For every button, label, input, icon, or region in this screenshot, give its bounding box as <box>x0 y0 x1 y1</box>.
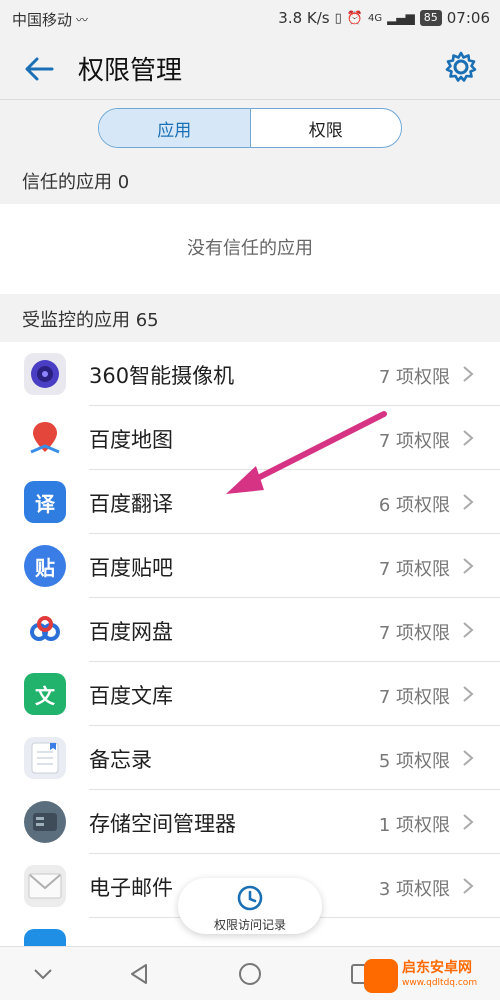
watermark: 启东安卓网 www.qdltdq.com <box>364 956 494 996</box>
hide-navbar-chevron-icon[interactable] <box>30 961 56 987</box>
watermark-logo-icon <box>364 959 398 993</box>
watermark-text: 启东安卓网 www.qdltdq.com <box>402 961 477 991</box>
watermark-name: 启东安卓网 <box>402 960 472 976</box>
annotation-arrow <box>226 411 387 494</box>
permission-access-log-button[interactable]: 权限访问记录 <box>178 878 322 934</box>
back-triangle-icon[interactable] <box>126 961 152 987</box>
history-clock-icon <box>237 885 263 911</box>
fab-label: 权限访问记录 <box>213 918 286 932</box>
watermark-url: www.qdltdq.com <box>402 978 478 988</box>
home-circle-icon[interactable] <box>237 961 263 987</box>
